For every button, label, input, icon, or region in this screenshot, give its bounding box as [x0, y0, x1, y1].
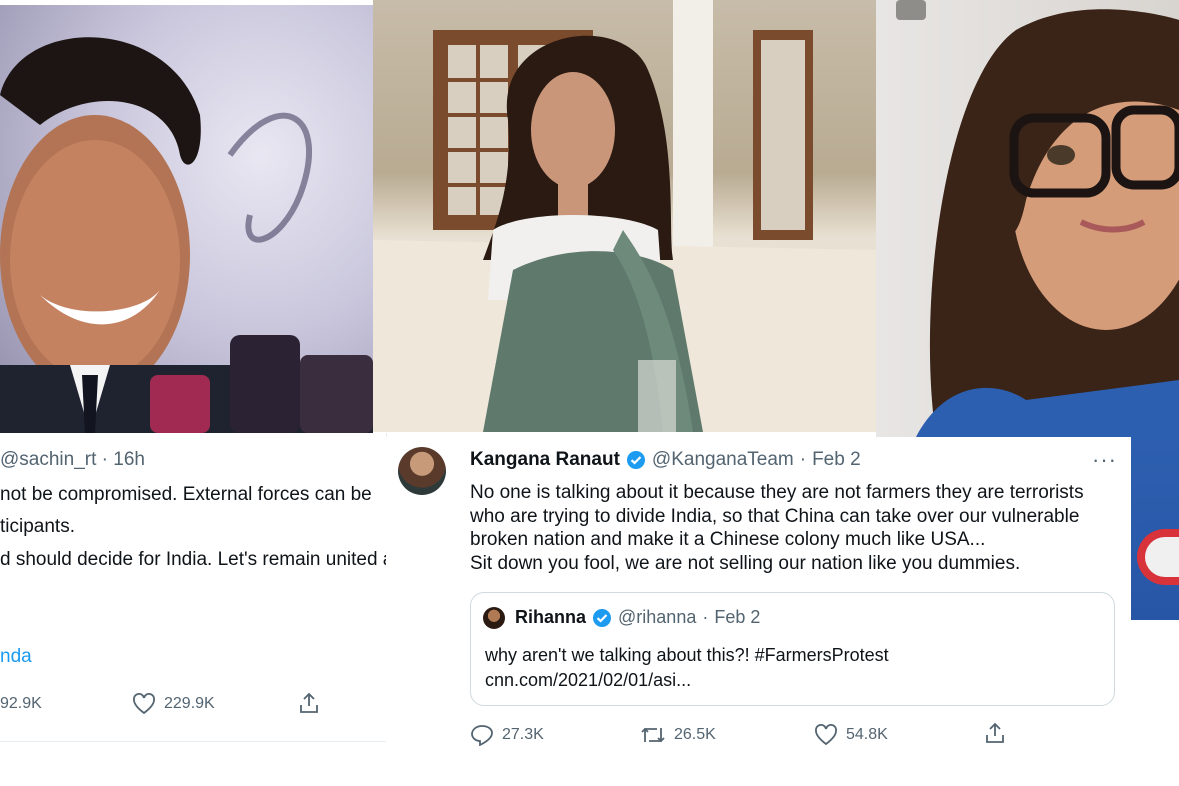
share-button[interactable]: [298, 691, 320, 715]
quoted-text-line: why aren't we talking about this?! #Farm…: [485, 645, 889, 665]
tweet-text-line-1: No one is talking about it because they …: [470, 482, 1084, 503]
tweet-time[interactable]: 16h: [113, 449, 145, 470]
heart-icon: [133, 693, 155, 715]
share-icon: [300, 692, 318, 713]
quoted-header: Rihanna @rihanna · Feb 2: [515, 607, 760, 628]
quoted-display-name: Rihanna: [515, 607, 587, 627]
quoted-tweet[interactable]: Rihanna @rihanna · Feb 2 why aren't we t…: [470, 592, 1115, 706]
tweet-header: Kangana Ranaut @KanganaTeam · Feb 2: [470, 449, 861, 471]
tweet-meta: @sachin_rt · 16h: [0, 449, 145, 471]
tweet-sachin[interactable]: @sachin_rt · 16h not be compromised. Ext…: [0, 433, 419, 742]
like-count: 229.9K: [164, 695, 215, 712]
photo-mia: [876, 0, 1179, 437]
quoted-link[interactable]: cnn.com/2021/02/01/asi...: [485, 668, 889, 693]
avatar[interactable]: [398, 447, 446, 495]
like-button[interactable]: 229.9K: [132, 693, 215, 715]
retweet-count: 92.9K: [0, 695, 42, 712]
more-icon[interactable]: ···: [1092, 449, 1117, 471]
tweet-text-line-2: ticipants.: [0, 516, 75, 537]
tweet-text-line-3: broken nation and make it a Chinese colo…: [470, 529, 986, 550]
share-button[interactable]: [984, 721, 1006, 745]
reply-count: 27.3K: [502, 726, 544, 743]
tweet-handle[interactable]: @sachin_rt: [0, 449, 96, 470]
share-icon: [986, 722, 1004, 743]
tweet-text-line-4: Sit down you fool, we are not selling ou…: [470, 552, 1021, 574]
retweet-button[interactable]: 92.9K: [0, 695, 42, 713]
photo-sachin: [0, 5, 373, 433]
verified-badge-icon: [626, 451, 645, 469]
tweet-handle[interactable]: @KanganaTeam: [652, 449, 794, 471]
photo-kangana-illustration: [373, 0, 876, 432]
quoted-date: Feb 2: [714, 607, 761, 627]
photo-mia-illustration: [896, 0, 1179, 437]
meta-separator: ·: [799, 449, 807, 470]
like-count: 54.8K: [846, 726, 888, 743]
tweet-text-line-3: d should decide for India. Let's remain …: [0, 549, 419, 570]
meta-separator: ·: [101, 449, 108, 470]
heart-icon: [815, 724, 837, 746]
photo-kangana: [373, 0, 876, 432]
photo-mia-shirt: [1131, 437, 1179, 620]
hashtag-link[interactable]: nda: [0, 646, 32, 668]
like-button[interactable]: 54.8K: [814, 724, 888, 746]
retweet-button[interactable]: 26.5K: [640, 724, 716, 746]
quoted-handle: @rihanna: [618, 607, 697, 627]
tweet-date[interactable]: Feb 2: [812, 449, 861, 471]
tweet-text-line-2: who are trying to divide India, so that …: [470, 505, 1080, 527]
tweet-text: No one is talking about it because they …: [470, 481, 1110, 575]
tweet-text-line-1: not be compromised. External forces can …: [0, 484, 372, 505]
verified-badge-icon: [593, 608, 612, 627]
shirt-logo-inner: [1145, 537, 1179, 577]
tweet-kangana[interactable]: Kangana Ranaut @KanganaTeam · Feb 2 ··· …: [386, 437, 1131, 757]
meta-separator: ·: [702, 607, 709, 627]
display-name[interactable]: Kangana Ranaut: [470, 449, 620, 471]
retweet-count: 26.5K: [674, 726, 716, 743]
quoted-avatar: [483, 607, 505, 629]
reply-button[interactable]: 27.3K: [470, 724, 544, 746]
retweet-icon: [641, 727, 665, 743]
quoted-text: why aren't we talking about this?! #Farm…: [485, 643, 889, 693]
reply-icon: [471, 725, 493, 746]
photo-sachin-illustration: [0, 37, 373, 433]
